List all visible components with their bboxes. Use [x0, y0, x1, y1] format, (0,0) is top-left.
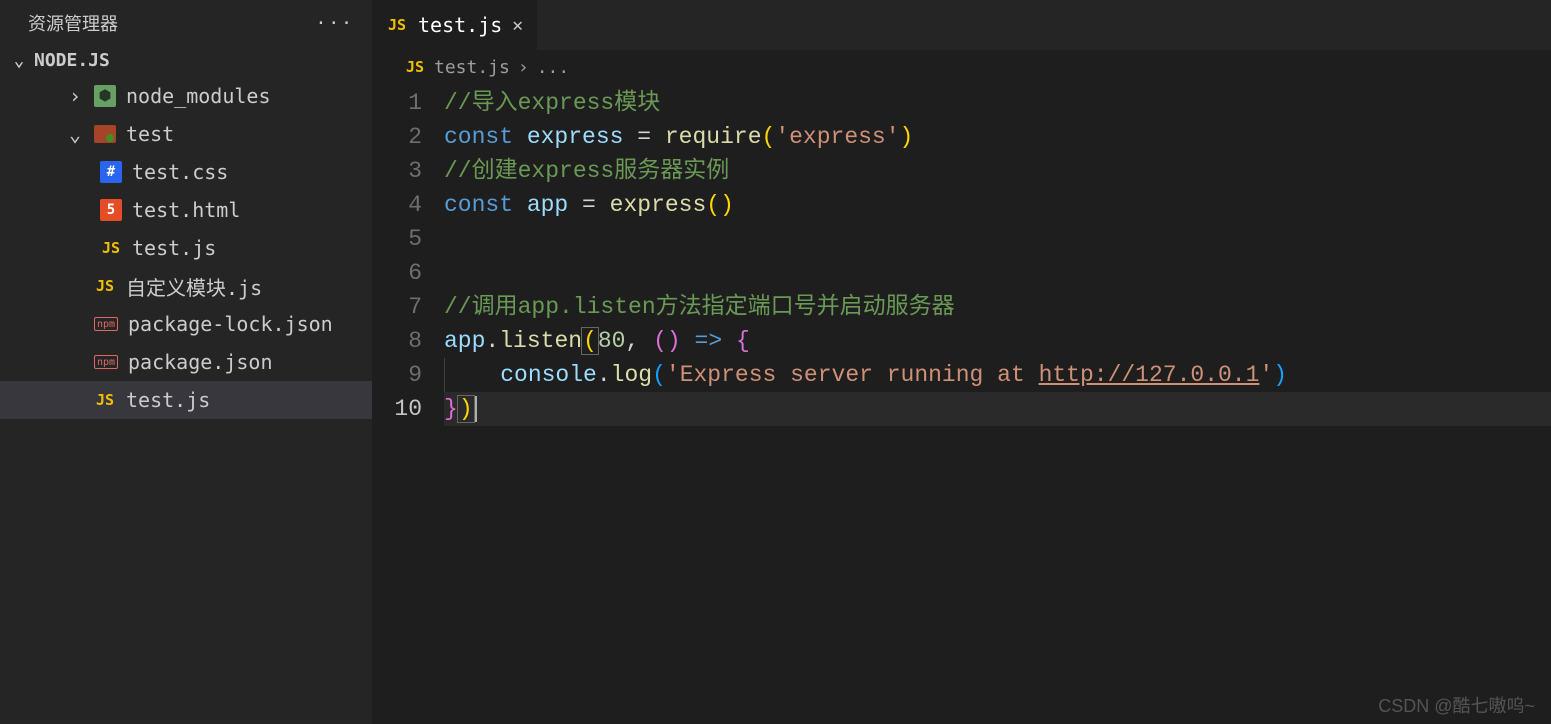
tree-item-label: package-lock.json [128, 312, 333, 336]
close-icon[interactable]: ✕ [512, 15, 523, 36]
tree-item-label: test.js [132, 236, 216, 260]
tree-item-label: test.css [132, 160, 228, 184]
code-line[interactable]: //调用app.listen方法指定端口号并启动服务器 [444, 290, 1551, 324]
line-number: 3 [372, 154, 422, 188]
json-icon: npm [94, 355, 118, 369]
line-number: 9 [372, 358, 422, 392]
line-number-gutter: 12345678910 [372, 86, 444, 426]
project-name: NODE.JS [34, 50, 110, 71]
chevron-down-icon: ⌄ [10, 50, 28, 71]
chevron-icon: › [66, 84, 84, 108]
folder-icon [94, 125, 116, 143]
tree-item[interactable]: npm package-lock.json [0, 305, 372, 343]
tree-item-label: node_modules [126, 84, 271, 108]
code-line[interactable]: //创建express服务器实例 [444, 154, 1551, 188]
tree-item[interactable]: JS test.js [0, 381, 372, 419]
css-icon: # [100, 161, 122, 183]
code-line[interactable]: app.listen(80, () => { [444, 324, 1551, 358]
breadcrumb-tail: ... [537, 57, 570, 78]
watermark: CSDN @酷七嗷呜~ [1378, 692, 1535, 718]
code-line[interactable]: const express = require('express') [444, 120, 1551, 154]
line-number: 10 [372, 392, 422, 426]
tree-item[interactable]: npm package.json [0, 343, 372, 381]
line-number: 8 [372, 324, 422, 358]
tree-item[interactable]: › ⬢ node_modules [0, 77, 372, 115]
explorer-title-row: 资源管理器 ··· [0, 0, 372, 46]
line-number: 1 [372, 86, 422, 120]
tab-test-js[interactable]: JS test.js ✕ [372, 0, 537, 50]
more-icon[interactable]: ··· [315, 13, 354, 34]
line-number: 5 [372, 222, 422, 256]
tab-label: test.js [418, 13, 502, 37]
explorer-title: 资源管理器 [28, 10, 118, 36]
code-line[interactable]: //导入express模块 [444, 86, 1551, 120]
tree-item-label: test [126, 122, 174, 146]
tree-item[interactable]: # test.css [0, 153, 372, 191]
tree-item[interactable]: JS 自定义模块.js [0, 267, 372, 305]
tree-item[interactable]: 5 test.html [0, 191, 372, 229]
code-area[interactable]: 12345678910 //导入express模块const express =… [372, 84, 1551, 426]
text-cursor [475, 396, 477, 422]
line-number: 2 [372, 120, 422, 154]
tree-item-label: package.json [128, 350, 273, 374]
line-number: 4 [372, 188, 422, 222]
html-icon: 5 [100, 199, 122, 221]
tab-bar: JS test.js ✕ [372, 0, 1551, 50]
tree-item-label: 自定义模块.js [126, 272, 262, 301]
js-icon: JS [94, 275, 116, 297]
js-icon: JS [404, 56, 426, 78]
explorer-sidebar: 资源管理器 ··· ⌄ NODE.JS ›⬢node_modules⌄test#… [0, 0, 372, 724]
line-number: 6 [372, 256, 422, 290]
code-line[interactable]: }) [444, 392, 1551, 426]
tree-item-label: test.html [132, 198, 240, 222]
code-line[interactable]: console.log('Express server running at h… [444, 358, 1551, 392]
tree-item-label: test.js [126, 388, 210, 412]
js-icon: JS [100, 237, 122, 259]
code-line[interactable] [444, 222, 1551, 256]
js-icon: JS [94, 389, 116, 411]
tree-item[interactable]: JS test.js [0, 229, 372, 267]
code-line[interactable] [444, 256, 1551, 290]
code-content[interactable]: //导入express模块const express = require('ex… [444, 86, 1551, 426]
breadcrumb[interactable]: JS test.js › ... [372, 50, 1551, 84]
line-number: 7 [372, 290, 422, 324]
editor-area: JS test.js ✕ JS test.js › ... 1234567891… [372, 0, 1551, 724]
js-icon: JS [386, 14, 408, 36]
json-icon: npm [94, 317, 118, 331]
project-header[interactable]: ⌄ NODE.JS [0, 46, 372, 75]
code-line[interactable]: const app = express() [444, 188, 1551, 222]
tree-item[interactable]: ⌄ test [0, 115, 372, 153]
file-tree: › ⬢ node_modules ⌄ test# test.css 5 test.html JS… [0, 75, 372, 419]
chevron-icon: ⌄ [66, 122, 84, 146]
node-icon: ⬢ [94, 85, 116, 107]
chevron-right-icon: › [518, 57, 529, 78]
breadcrumb-file: test.js [434, 57, 510, 78]
